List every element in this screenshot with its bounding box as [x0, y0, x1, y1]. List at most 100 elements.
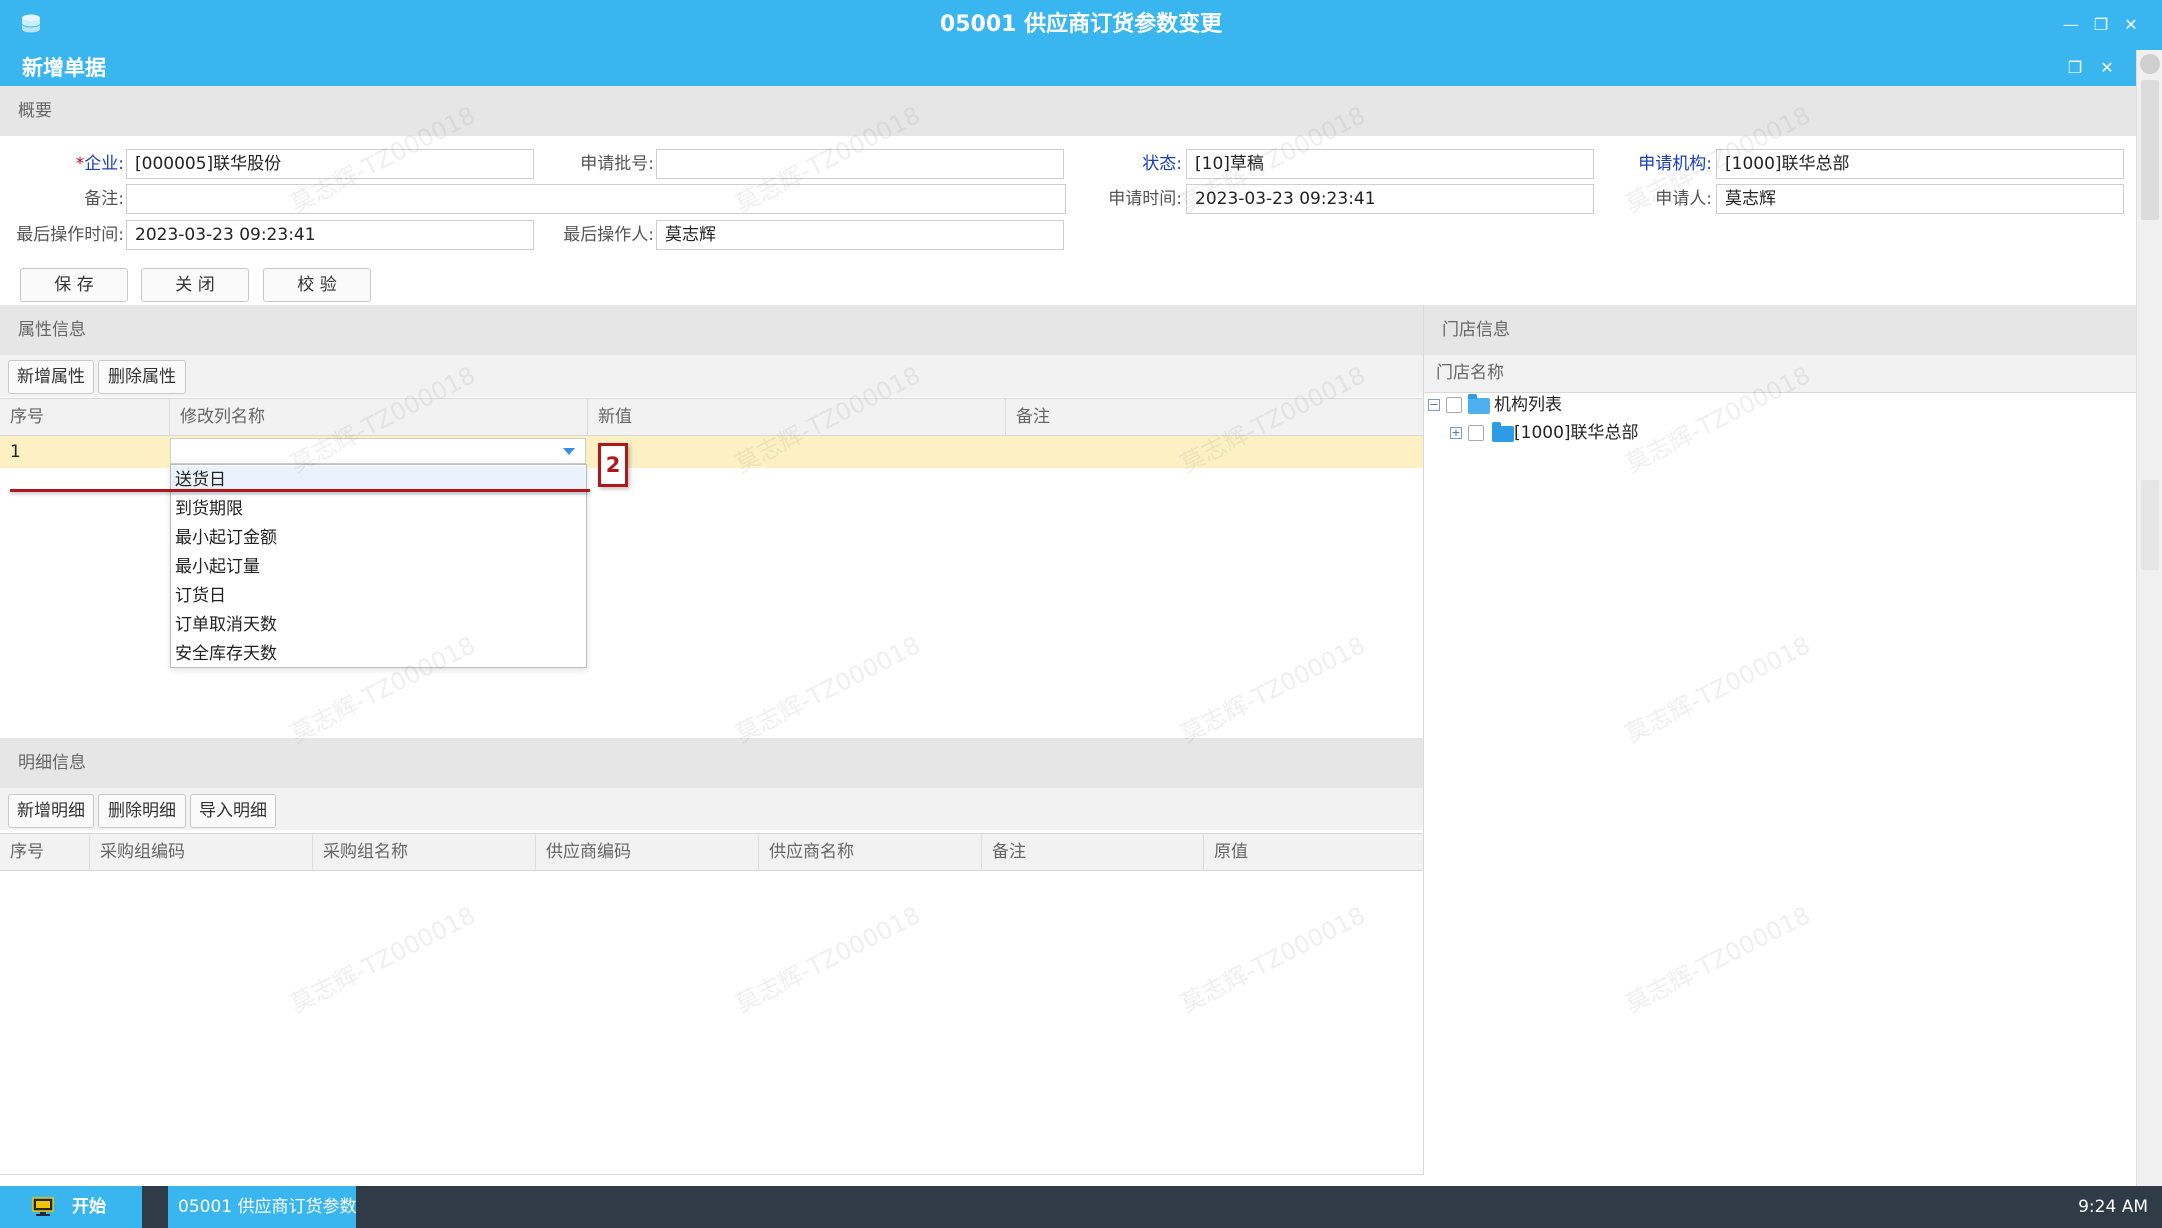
column-header-remark[interactable]: 备注: [1006, 399, 1423, 436]
chevron-down-icon[interactable]: [563, 448, 575, 455]
dropdown-option-cancel-days[interactable]: 订单取消天数: [171, 611, 586, 640]
delete-detail-button[interactable]: 删除明细: [98, 794, 186, 828]
batch-field[interactable]: [656, 149, 1064, 179]
watermark: 莫志辉-TZ000018: [730, 901, 925, 1019]
tree-node-root[interactable]: − 机构列表: [1428, 393, 1828, 417]
apply-time-field[interactable]: 2023-03-23 09:23:41: [1186, 184, 1594, 214]
stores-section-title: 门店信息: [1442, 320, 1510, 340]
summary-section-header: 概要: [0, 86, 2136, 136]
column-header-seq[interactable]: 序号: [0, 834, 90, 871]
details-grid-header: 序号 采购组编码 采购组名称 供应商编码 供应商名称 备注 原值: [0, 833, 1423, 871]
column-header-purchase-group-name[interactable]: 采购组名称: [313, 834, 536, 871]
minimize-icon[interactable]: —: [2060, 14, 2082, 36]
taskbar: 开始 05001 供应商订货参数变更 9:24 AM: [0, 1186, 2162, 1228]
collapse-icon[interactable]: −: [1428, 399, 1440, 411]
monitor-icon: [32, 1197, 54, 1216]
column-header-original-value[interactable]: 原值: [1204, 834, 1423, 871]
tree-checkbox-hq[interactable]: [1468, 425, 1484, 441]
tree-node-hq-label: [1000]联华总部: [1514, 423, 1639, 443]
last-op-time-field[interactable]: 2023-03-23 09:23:41: [126, 220, 534, 250]
close-button[interactable]: 关 闭: [141, 268, 249, 302]
row-seq-cell: 1: [10, 442, 21, 462]
verify-button[interactable]: 校 验: [263, 268, 371, 302]
column-header-column-name[interactable]: 修改列名称: [170, 399, 588, 436]
document-header: 新增单据 ❐ ✕: [0, 50, 2136, 86]
org-field[interactable]: [1000]联华总部: [1716, 149, 2124, 179]
apply-time-label: 申请时间:: [1108, 189, 1182, 209]
watermark: 莫志辉-TZ000018: [285, 901, 480, 1019]
applicant-field[interactable]: 莫志辉: [1716, 184, 2124, 214]
title-bar: 05001 供应商订货参数变更 — ❐ ✕: [0, 0, 2162, 50]
last-operator-label: 最后操作人:: [563, 225, 654, 245]
enterprise-field[interactable]: [000005]联华股份: [126, 149, 534, 179]
column-header-store-name[interactable]: 门店名称: [1424, 355, 2136, 392]
stores-section-header: 门店信息: [1424, 305, 2136, 355]
tree-node-hq[interactable]: + [1000]联华总部: [1450, 421, 1850, 445]
remark-field[interactable]: [126, 184, 1066, 214]
row-remark-cell[interactable]: [1006, 436, 1423, 468]
callout-underline: [10, 489, 590, 492]
batch-label: 申请批号:: [580, 154, 654, 174]
start-button[interactable]: 开始: [0, 1186, 142, 1228]
add-detail-button[interactable]: 新增明细: [8, 794, 94, 828]
folder-open-icon: [1468, 394, 1490, 414]
attributes-grid-header: 序号 修改列名称 新值 备注: [0, 398, 1423, 436]
scrollbar-thumb-secondary[interactable]: [2141, 480, 2159, 570]
close-doc-icon[interactable]: ✕: [2096, 57, 2118, 79]
scrollbar-thumb[interactable]: [2141, 80, 2159, 220]
column-header-seq[interactable]: 序号: [0, 399, 170, 436]
clock: 9:24 AM: [2078, 1197, 2148, 1217]
column-header-supplier-code[interactable]: 供应商编码: [536, 834, 759, 871]
add-attribute-button[interactable]: 新增属性: [8, 360, 94, 394]
scroll-indicator-icon: [2140, 54, 2160, 74]
summary-section-title: 概要: [18, 101, 52, 121]
dropdown-option-min-order-amount[interactable]: 最小起订金额: [171, 524, 586, 553]
details-section-title: 明细信息: [18, 753, 86, 773]
org-label: 申请机构:: [1638, 154, 1712, 174]
tree-checkbox-root[interactable]: [1446, 397, 1462, 413]
column-header-supplier-name[interactable]: 供应商名称: [759, 834, 982, 871]
dropdown-option-arrival-deadline[interactable]: 到货期限: [171, 495, 586, 524]
watermark: 莫志辉-TZ000018: [730, 631, 925, 749]
step-callout-badge: 2: [598, 443, 628, 487]
watermark: 莫志辉-TZ000018: [1620, 901, 1815, 1019]
dropdown-option-safety-stock-days[interactable]: 安全库存天数: [171, 640, 586, 669]
folder-icon: [1492, 422, 1514, 442]
taskbar-item[interactable]: 05001 供应商订货参数变更: [168, 1186, 356, 1228]
tree-node-root-label: 机构列表: [1494, 395, 1562, 415]
start-label: 开始: [72, 1197, 106, 1217]
panel-divider: [1423, 305, 1424, 1175]
dropdown-option-order-day[interactable]: 订货日: [171, 582, 586, 611]
status-field[interactable]: [10]草稿: [1186, 149, 1594, 179]
close-icon[interactable]: ✕: [2120, 14, 2142, 36]
attributes-toolbar: [0, 355, 1423, 397]
app-window: 05001 供应商订货参数变更 — ❐ ✕ 新增单据 ❐ ✕ 概要 *企业: […: [0, 0, 2162, 1228]
column-name-combo[interactable]: [170, 438, 586, 464]
vertical-scrollbar[interactable]: [2136, 50, 2162, 1186]
column-header-purchase-group-code[interactable]: 采购组编码: [90, 834, 313, 871]
applicant-label: 申请人:: [1655, 189, 1712, 209]
dropdown-option-min-order-qty[interactable]: 最小起订量: [171, 553, 586, 582]
last-op-time-label: 最后操作时间:: [16, 225, 124, 245]
watermark: 莫志辉-TZ000018: [1620, 631, 1815, 749]
enterprise-label: *企业:: [75, 154, 124, 174]
column-header-remark[interactable]: 备注: [982, 834, 1204, 871]
stores-grid-header: 门店名称: [1424, 355, 2136, 393]
row-new-value-cell[interactable]: [588, 436, 1006, 468]
details-bottom-border: [0, 1174, 1424, 1175]
delete-attribute-button[interactable]: 删除属性: [98, 360, 186, 394]
expand-icon[interactable]: +: [1450, 427, 1462, 439]
details-section-header: 明细信息: [0, 738, 1423, 788]
column-header-new-value[interactable]: 新值: [588, 399, 1006, 436]
restore-doc-icon[interactable]: ❐: [2064, 57, 2086, 79]
watermark: 莫志辉-TZ000018: [1175, 901, 1370, 1019]
import-detail-button[interactable]: 导入明细: [190, 794, 276, 828]
column-name-dropdown: 送货日 到货期限 最小起订金额 最小起订量 订货日 订单取消天数 安全库存天数: [170, 464, 587, 668]
attributes-section-title: 属性信息: [18, 320, 86, 340]
last-operator-field[interactable]: 莫志辉: [656, 220, 1064, 250]
window-title: 05001 供应商订货参数变更: [939, 12, 1223, 37]
watermark: 莫志辉-TZ000018: [1175, 631, 1370, 749]
restore-icon[interactable]: ❐: [2090, 14, 2112, 36]
save-button[interactable]: 保 存: [20, 268, 128, 302]
attributes-section-header: 属性信息: [0, 305, 1423, 355]
